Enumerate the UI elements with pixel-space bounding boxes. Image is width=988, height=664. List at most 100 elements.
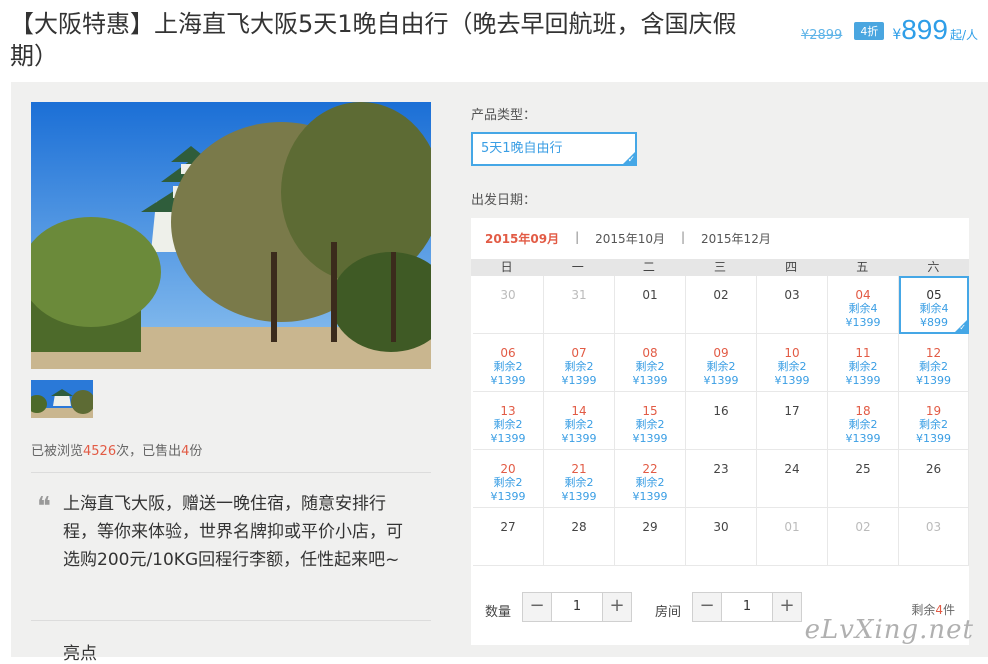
calendar-day[interactable]: 14 剩余2 ¥1399	[544, 392, 615, 450]
calendar-day: 16	[686, 392, 757, 450]
calendar-day[interactable]: 12 剩余2 ¥1399	[899, 334, 969, 392]
calendar-day: 30	[473, 276, 544, 334]
price-unit: 起/人	[949, 28, 978, 42]
departure-calendar: 2015年09月 | 2015年10月 | 2015年12月 日 一 二 三 四…	[471, 218, 969, 645]
month-tabs: 2015年09月 | 2015年10月 | 2015年12月	[485, 230, 771, 247]
calendar-day[interactable]: 05 剩余4 ¥899 ✓	[899, 276, 969, 334]
calendar-day[interactable]: 22 剩余2 ¥1399	[615, 450, 686, 508]
day-remaining: 剩余2	[493, 476, 523, 489]
day-price: ¥1399	[561, 490, 597, 503]
calendar-day: 31	[544, 276, 615, 334]
calendar-day[interactable]: 06 剩余2 ¥1399	[473, 334, 544, 392]
calendar-day: 29	[615, 508, 686, 566]
calendar-day: 03	[899, 508, 969, 566]
quantity-stepper: − 1 +	[522, 592, 632, 622]
room-label: 房间	[655, 605, 682, 620]
day-remaining: 剩余2	[635, 418, 665, 431]
day-number: 31	[571, 288, 587, 302]
month-tab[interactable]: 2015年09月	[485, 230, 559, 247]
product-description: 上海直飞大阪，赠送一晚住宿，随意安排行程，等你来体验，世界名牌抑或平价小店，可选…	[63, 494, 403, 570]
day-number: 15	[642, 404, 658, 418]
quantity-input[interactable]: 1	[551, 593, 603, 621]
day-remaining: 剩余2	[777, 360, 807, 373]
room-stepper: − 1 +	[692, 592, 802, 622]
views-count: 4526	[83, 444, 117, 459]
photo-thumbnail[interactable]	[31, 380, 93, 418]
calendar-day[interactable]: 09 剩余2 ¥1399	[686, 334, 757, 392]
currency-symbol: ¥	[892, 27, 902, 43]
month-tab[interactable]: 2015年12月	[701, 230, 771, 247]
calendar-day[interactable]: 11 剩余2 ¥1399	[828, 334, 899, 392]
view-sales-stats: 已被浏览4526次，已售出4份	[31, 440, 202, 459]
quantity-minus-button[interactable]: −	[523, 593, 551, 621]
day-number: 17	[784, 404, 800, 418]
calendar-day[interactable]: 13 剩余2 ¥1399	[473, 392, 544, 450]
divider	[31, 620, 431, 621]
calendar-day: 02	[686, 276, 757, 334]
original-price: ¥2899	[800, 28, 843, 43]
day-number: 01	[642, 288, 658, 302]
day-price: ¥1399	[916, 374, 951, 387]
day-remaining: 剩余2	[848, 418, 878, 431]
calendar-day[interactable]: 10 剩余2 ¥1399	[757, 334, 828, 392]
day-number: 28	[571, 520, 587, 534]
day-number: 29	[642, 520, 658, 534]
weekday-label: 五	[856, 260, 869, 274]
day-number: 03	[925, 520, 942, 534]
day-number: 19	[925, 404, 942, 418]
calendar-day: 26	[899, 450, 969, 508]
day-remaining: 剩余2	[635, 476, 665, 489]
day-price: ¥1399	[490, 490, 526, 503]
day-remaining: 剩余2	[919, 418, 948, 431]
day-remaining: 剩余2	[919, 360, 948, 373]
product-type-label: 产品类型：	[471, 108, 537, 123]
divider	[31, 472, 431, 473]
day-remaining: 剩余2	[564, 476, 594, 489]
day-number: 27	[500, 520, 516, 534]
day-price: ¥1399	[632, 490, 668, 503]
day-price: ¥1399	[703, 374, 739, 387]
day-remaining: 剩余2	[635, 360, 665, 373]
calendar-day[interactable]: 18 剩余2 ¥1399	[828, 392, 899, 450]
day-number: 25	[855, 462, 871, 476]
departure-date-label: 出发日期：	[471, 193, 537, 208]
month-separator: |	[575, 230, 580, 244]
day-price: ¥1399	[490, 432, 526, 445]
check-icon: ✓	[959, 323, 966, 332]
day-number: 30	[500, 288, 516, 302]
room-plus-button[interactable]: +	[773, 593, 801, 621]
day-remaining: 剩余2	[706, 360, 736, 373]
discount-badge: 4折	[854, 22, 885, 40]
calendar-day[interactable]: 07 剩余2 ¥1399	[544, 334, 615, 392]
calendar-day: 03	[757, 276, 828, 334]
calendar-day[interactable]: 15 剩余2 ¥1399	[615, 392, 686, 450]
main-photo[interactable]	[31, 102, 431, 369]
day-number: 20	[500, 462, 516, 476]
calendar-day: 24	[757, 450, 828, 508]
weekday-label: 二	[642, 260, 655, 274]
quote-icon: ❝	[37, 492, 51, 522]
quantity-plus-button[interactable]: +	[603, 593, 631, 621]
day-remaining: 剩余2	[564, 418, 594, 431]
calendar-day[interactable]: 08 剩余2 ¥1399	[615, 334, 686, 392]
day-number: 04	[855, 288, 871, 302]
calendar-day[interactable]: 19 剩余2 ¥1399	[899, 392, 969, 450]
calendar-day: 17	[757, 392, 828, 450]
calendar-day[interactable]: 20 剩余2 ¥1399	[473, 450, 544, 508]
month-tab[interactable]: 2015年10月	[595, 230, 665, 247]
day-number: 14	[571, 404, 587, 418]
day-number: 10	[784, 346, 800, 360]
month-separator: |	[680, 230, 686, 244]
room-input[interactable]: 1	[721, 593, 773, 621]
calendar-day[interactable]: 04 剩余4 ¥1399	[828, 276, 899, 334]
calendar-day[interactable]: 21 剩余2 ¥1399	[544, 450, 615, 508]
room-minus-button[interactable]: −	[693, 593, 721, 621]
day-number: 08	[642, 346, 658, 360]
day-remaining: 剩余2	[564, 360, 594, 373]
day-price: ¥1399	[845, 432, 881, 445]
weekday-label: 日	[500, 260, 513, 274]
quantity-label: 数量	[485, 605, 512, 620]
highlight-heading: 亮点	[63, 644, 97, 664]
day-number: 13	[500, 404, 516, 418]
product-type-option[interactable]: 5天1晚自由行 ✓	[471, 132, 637, 166]
